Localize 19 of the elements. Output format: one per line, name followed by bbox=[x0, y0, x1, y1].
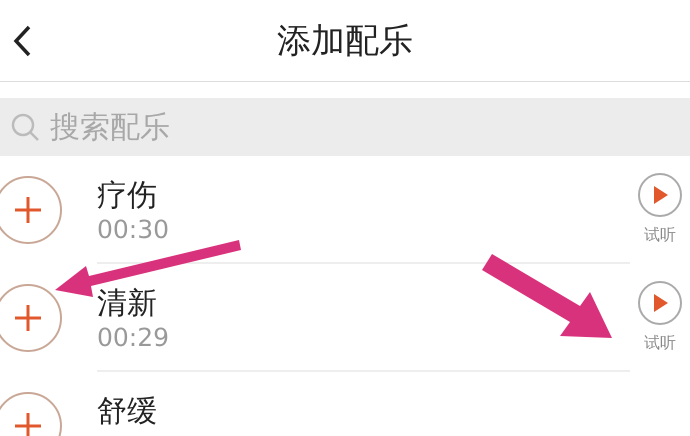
preview-label: 试听 bbox=[644, 332, 676, 354]
play-icon bbox=[651, 293, 669, 313]
play-icon bbox=[651, 185, 669, 205]
play-button[interactable] bbox=[638, 173, 682, 217]
track-title: 舒缓 bbox=[97, 394, 157, 430]
page-title: 添加配乐 bbox=[277, 24, 413, 58]
track-duration: 00:29 bbox=[97, 322, 170, 354]
plus-icon bbox=[13, 303, 43, 333]
plus-icon bbox=[13, 195, 43, 225]
track-duration: 00:30 bbox=[97, 214, 170, 246]
play-button[interactable] bbox=[638, 281, 682, 325]
add-button[interactable] bbox=[0, 284, 62, 352]
track-title: 疗伤 bbox=[97, 178, 157, 214]
search-field[interactable]: 搜索配乐 bbox=[0, 98, 690, 156]
track-title: 清新 bbox=[97, 286, 157, 322]
back-icon bbox=[12, 24, 32, 58]
search-icon bbox=[10, 112, 40, 142]
preview-label: 试听 bbox=[644, 224, 676, 246]
plus-icon bbox=[13, 411, 43, 436]
